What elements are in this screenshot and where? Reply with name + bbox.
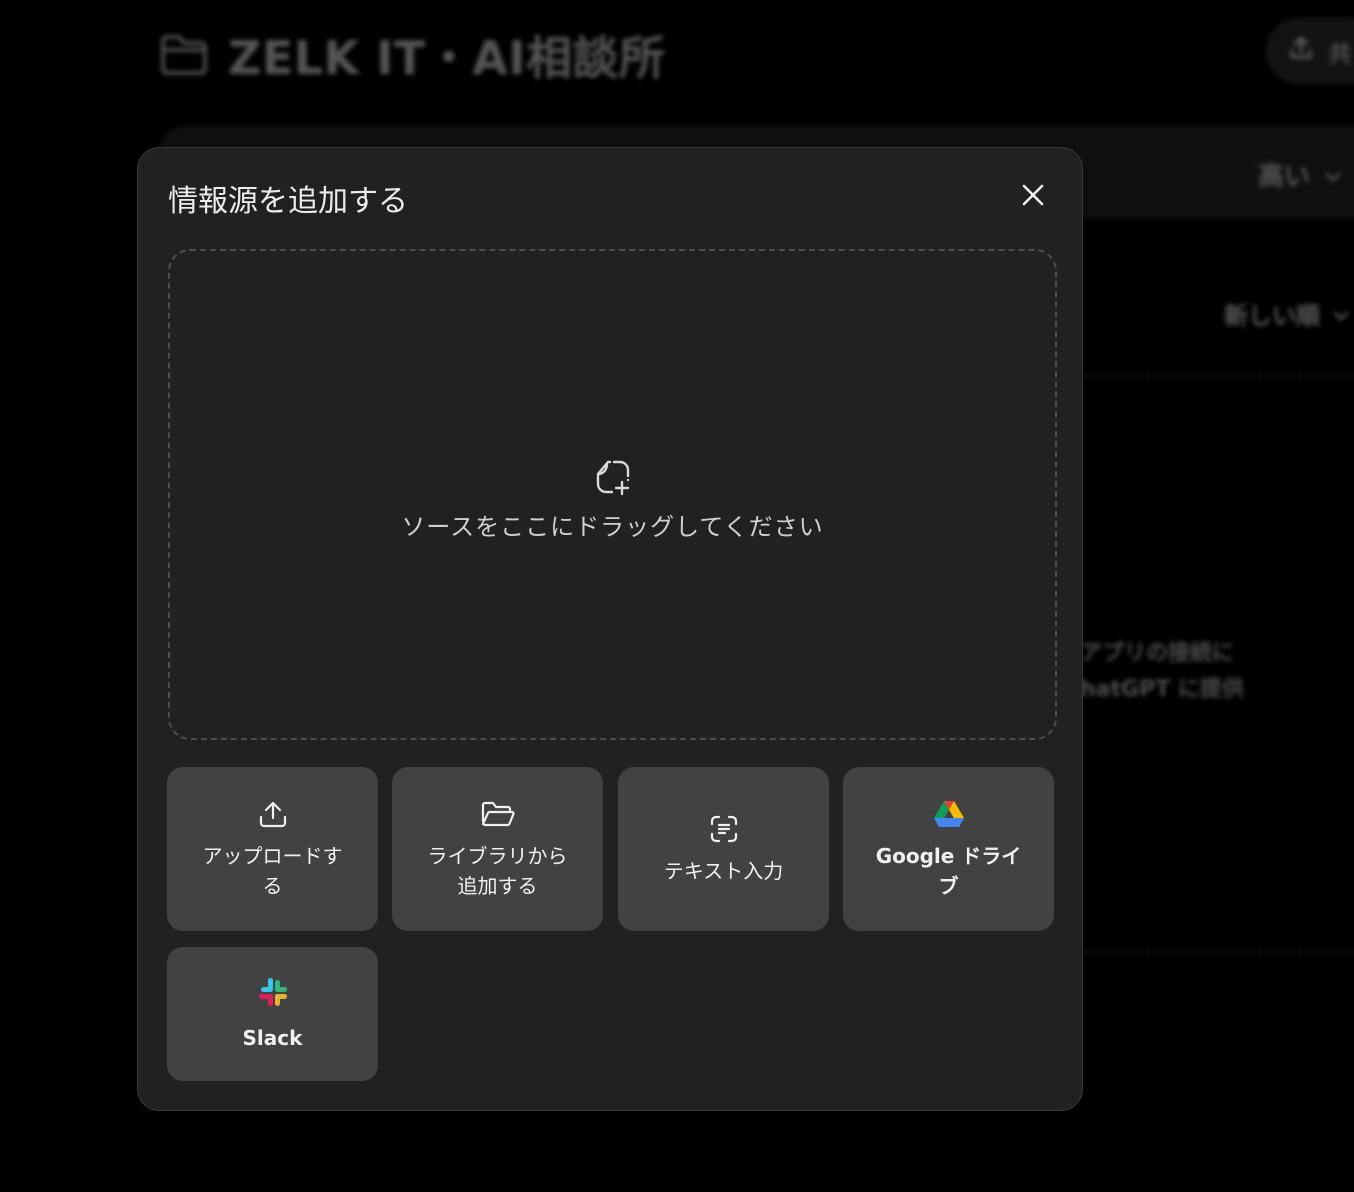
google-drive-label-line: ブ bbox=[938, 874, 959, 898]
slack-icon bbox=[256, 975, 290, 1009]
divider bbox=[1084, 951, 1354, 953]
google-drive-icon bbox=[932, 797, 966, 831]
background-text: アプリの接続に hatGPT に提供 bbox=[1080, 636, 1244, 708]
share-button[interactable]: 共 bbox=[1266, 18, 1354, 84]
library-label: ライブラリから 追加する bbox=[428, 841, 568, 901]
add-source-modal: 情報源を追加する ソースをここにドラッグしてください アップロードす る ライブ… bbox=[137, 147, 1083, 1111]
library-label-line: 追加する bbox=[457, 874, 538, 898]
upload-icon bbox=[256, 797, 290, 831]
close-icon bbox=[1021, 183, 1045, 211]
chevron-down-icon bbox=[1332, 300, 1350, 328]
google-drive-label-line: Google ドライ bbox=[875, 844, 1022, 868]
slack-label: Slack bbox=[242, 1026, 303, 1050]
upload-label-line: る bbox=[262, 874, 283, 898]
file-dropzone[interactable]: ソースをここにドラッグしてください bbox=[168, 249, 1057, 740]
dropzone-text: ソースをここにドラッグしてください bbox=[401, 513, 824, 541]
sort-select[interactable]: 新しい順 bbox=[1224, 296, 1350, 331]
quality-label: 高い bbox=[1258, 162, 1311, 192]
google-drive-button[interactable]: Google ドライ ブ bbox=[843, 767, 1054, 931]
share-icon bbox=[1288, 35, 1314, 67]
upload-label-line: アップロードす bbox=[202, 844, 343, 868]
google-drive-label: Google ドライ ブ bbox=[876, 841, 1022, 901]
share-label: 共 bbox=[1328, 39, 1352, 68]
text-input-button[interactable]: テキスト入力 bbox=[618, 767, 829, 931]
add-from-library-button[interactable]: ライブラリから 追加する bbox=[392, 767, 603, 931]
slack-button[interactable]: Slack bbox=[167, 947, 378, 1081]
sort-label: 新しい順 bbox=[1224, 302, 1320, 330]
background-text-line: hatGPT に提供 bbox=[1080, 677, 1244, 702]
modal-title: 情報源を追加する bbox=[168, 184, 408, 219]
chevron-down-icon bbox=[1324, 160, 1342, 190]
library-label-line: ライブラリから bbox=[427, 844, 568, 868]
page-title: ZELK IT・AI相談所 bbox=[228, 31, 666, 85]
text-input-label: テキスト入力 bbox=[663, 859, 784, 883]
folder-open-icon bbox=[481, 797, 515, 831]
folder-icon bbox=[158, 29, 210, 81]
upload-label: アップロードす る bbox=[203, 841, 343, 901]
page-header: ZELK IT・AI相談所 bbox=[158, 22, 665, 88]
close-button[interactable] bbox=[1014, 178, 1052, 216]
add-file-icon bbox=[593, 457, 633, 497]
divider bbox=[1084, 375, 1354, 377]
background-text-line: アプリの接続に bbox=[1080, 641, 1235, 666]
text-scan-icon bbox=[707, 812, 741, 846]
upload-button[interactable]: アップロードす る bbox=[167, 767, 378, 931]
quality-select[interactable]: 高い bbox=[1258, 156, 1342, 193]
